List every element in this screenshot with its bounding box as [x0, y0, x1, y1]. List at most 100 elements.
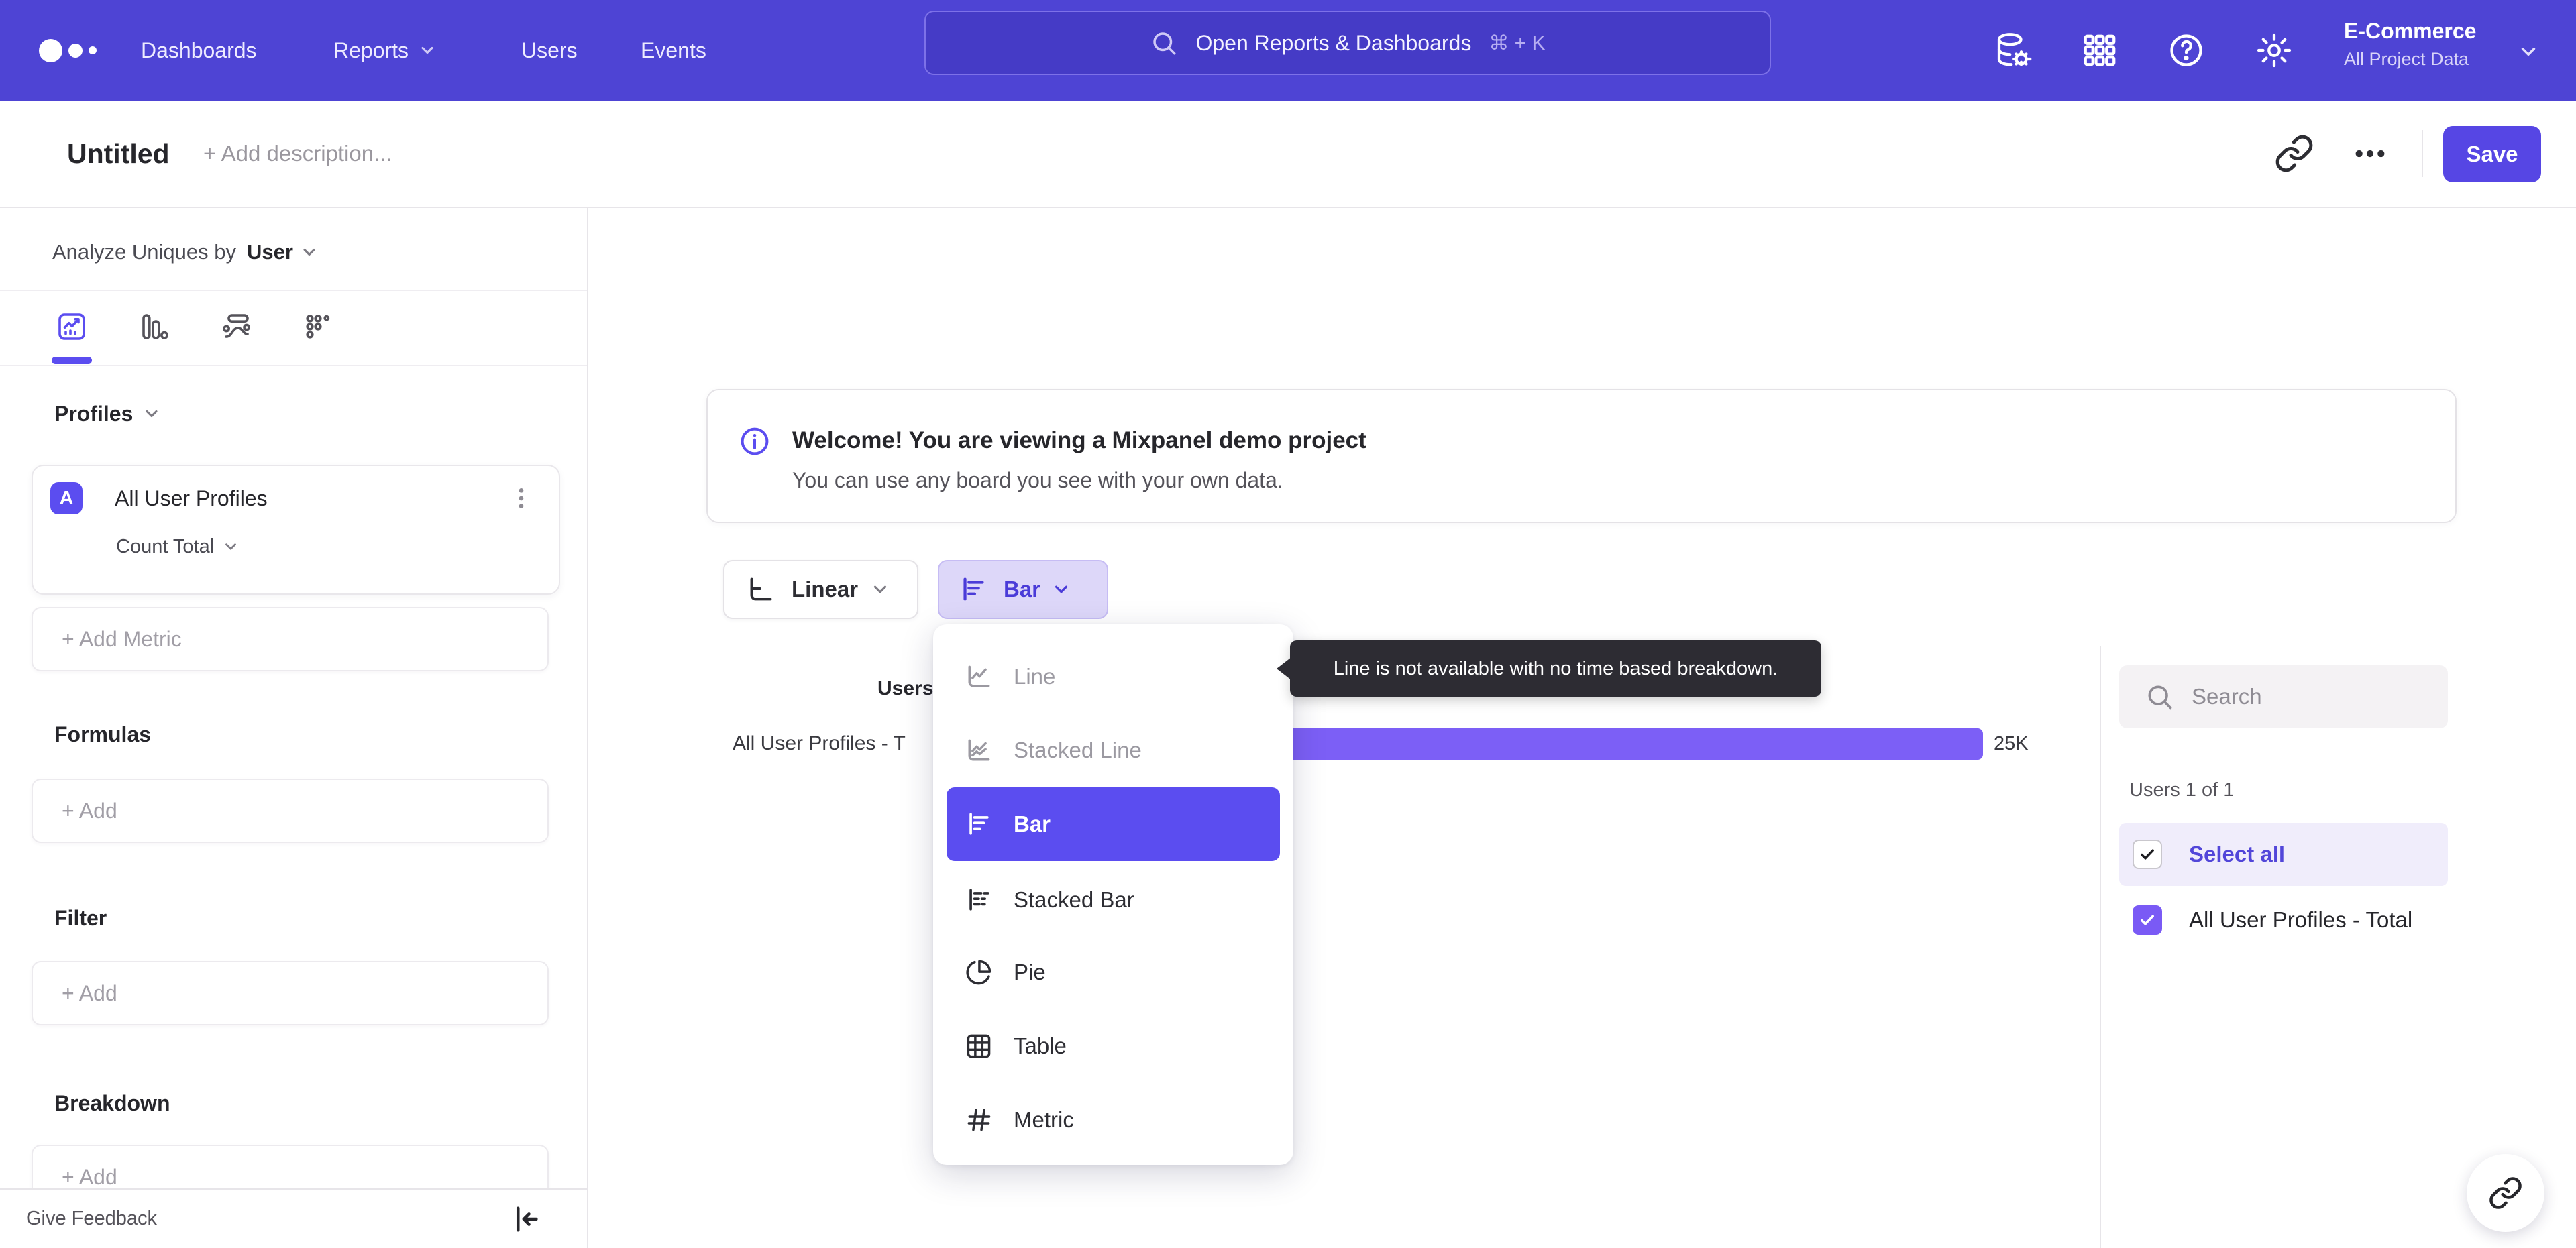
- metric-aggregation-value: Count Total: [116, 535, 215, 557]
- mixpanel-logo[interactable]: [39, 0, 97, 101]
- nav-users-label: Users: [521, 38, 578, 62]
- menu-item-stacked-line[interactable]: Stacked Line: [947, 718, 1280, 783]
- add-filter-button[interactable]: + Add: [32, 961, 549, 1025]
- menu-item-bar-label: Bar: [1014, 811, 1051, 836]
- add-description-field[interactable]: + Add description...: [203, 101, 392, 207]
- select-all-checkbox[interactable]: [2133, 840, 2162, 869]
- filter-section-header: Filter: [54, 903, 107, 933]
- series-checkbox[interactable]: [2133, 905, 2162, 935]
- collapse-sidebar-icon[interactable]: [507, 1202, 542, 1237]
- sidebar-divider: [0, 290, 587, 291]
- metric-hash-icon: [967, 1109, 991, 1131]
- stacked-bar-chart-icon: [969, 889, 989, 911]
- settings-gear-icon[interactable]: [2254, 30, 2294, 70]
- add-breakdown-label: + Add: [62, 1164, 117, 1189]
- query-builder-sidebar: Analyze Uniques by User Profiles A All U…: [0, 208, 588, 1248]
- metric-aggregation-selector[interactable]: Count Total: [116, 532, 239, 561]
- profiles-label: Profiles: [54, 401, 133, 426]
- table-icon: [967, 1034, 991, 1058]
- add-formula-button[interactable]: + Add: [32, 779, 549, 843]
- more-options-icon[interactable]: [2351, 133, 2392, 174]
- formulas-section-header: Formulas: [54, 719, 151, 750]
- chart-column-users: Users: [877, 677, 934, 699]
- info-icon: [739, 425, 771, 457]
- sidebar-footer: Give Feedback: [0, 1188, 587, 1248]
- chart-type-button[interactable]: Bar: [938, 560, 1108, 619]
- series-search-placeholder: Search: [2192, 684, 2262, 709]
- report-header: Untitled + Add description... Save: [0, 101, 2576, 208]
- banner-title: Welcome! You are viewing a Mixpanel demo…: [792, 427, 1366, 453]
- search-icon: [2145, 682, 2174, 712]
- top-nav: Dashboards Reports Users Events Open Rep…: [0, 0, 2576, 101]
- report-title[interactable]: Untitled: [67, 101, 170, 207]
- select-all-label: Select all: [2189, 842, 2286, 866]
- save-button[interactable]: Save: [2443, 126, 2541, 182]
- analyze-uniques-row: Analyze Uniques by User: [52, 233, 319, 271]
- tab-retention[interactable]: [302, 310, 334, 343]
- panel-divider: [2100, 646, 2101, 1248]
- link-icon: [2489, 1177, 2522, 1209]
- profiles-section-header[interactable]: Profiles: [54, 398, 161, 429]
- header-divider: [2422, 130, 2423, 177]
- line-disabled-tooltip: Line is not available with no time based…: [1277, 640, 1821, 697]
- bar-chart-icon: [958, 574, 989, 605]
- demo-banner: Welcome! You are viewing a Mixpanel demo…: [706, 389, 2457, 523]
- menu-item-pie-label: Pie: [1014, 960, 1046, 984]
- tab-funnels[interactable]: [138, 310, 170, 343]
- tooltip-arrow: [1277, 657, 1291, 680]
- breakdown-section-header: Breakdown: [54, 1088, 170, 1119]
- menu-item-metric[interactable]: Metric: [947, 1088, 1280, 1152]
- nav-users[interactable]: Users: [521, 0, 578, 101]
- menu-item-pie[interactable]: Pie: [947, 940, 1280, 1005]
- menu-item-stacked-bar[interactable]: Stacked Bar: [947, 868, 1280, 932]
- chevron-down-icon: [870, 579, 890, 600]
- apps-grid-icon[interactable]: [2080, 30, 2120, 70]
- metric-name[interactable]: All User Profiles: [115, 482, 268, 514]
- global-search-placeholder: Open Reports & Dashboards: [1195, 30, 1472, 55]
- tab-insights[interactable]: [56, 310, 88, 343]
- line-chart-icon: [968, 665, 990, 687]
- series-item-label: All User Profiles - Total: [2189, 907, 2413, 932]
- menu-item-metric-label: Metric: [1014, 1107, 1074, 1132]
- metric-letter-badge: A: [50, 482, 83, 514]
- copy-url-fab[interactable]: [2467, 1154, 2544, 1232]
- global-search-input[interactable]: Open Reports & Dashboards ⌘ + K: [924, 11, 1771, 75]
- analyze-prefix-label: Analyze Uniques by: [52, 240, 236, 264]
- add-metric-button[interactable]: + Add Metric: [32, 607, 549, 671]
- chart-type-menu: Line Stacked Line Bar Stacked Bar Pie Ta…: [933, 624, 1293, 1165]
- nav-dashboards-label: Dashboards: [141, 38, 257, 62]
- series-search-input[interactable]: Search: [2119, 665, 2448, 728]
- add-formula-label: + Add: [62, 798, 117, 823]
- menu-item-bar[interactable]: Bar: [947, 787, 1280, 861]
- help-icon[interactable]: [2166, 30, 2206, 70]
- menu-item-table-label: Table: [1014, 1033, 1067, 1058]
- select-all-row[interactable]: Select all: [2119, 823, 2448, 886]
- project-switcher[interactable]: E-Commerce All Project Data: [2344, 19, 2476, 70]
- series-item-row[interactable]: All User Profiles - Total: [2119, 889, 2448, 952]
- nav-dashboards[interactable]: Dashboards: [141, 0, 257, 101]
- search-icon: [1150, 29, 1178, 57]
- project-chevron-down-icon[interactable]: [2517, 40, 2540, 63]
- data-management-icon[interactable]: [1992, 30, 2033, 70]
- menu-item-table[interactable]: Table: [947, 1014, 1280, 1078]
- series-count-label: Users 1 of 1: [2129, 779, 2235, 801]
- scale-selector-button[interactable]: Linear: [723, 560, 918, 619]
- nav-reports[interactable]: Reports: [333, 0, 437, 101]
- chevron-down-icon: [418, 41, 437, 60]
- formulas-label: Formulas: [54, 722, 152, 746]
- menu-item-line[interactable]: Line: [947, 644, 1280, 709]
- metric-kebab-icon[interactable]: [506, 482, 536, 514]
- project-scope: All Project Data: [2344, 49, 2469, 69]
- nav-events-label: Events: [641, 38, 706, 62]
- nav-events[interactable]: Events: [641, 0, 706, 101]
- copy-link-icon[interactable]: [2274, 133, 2314, 174]
- filter-label: Filter: [54, 905, 107, 930]
- tab-flows[interactable]: [220, 310, 252, 343]
- bar-chart-icon: [969, 813, 989, 835]
- analyze-entity-selector[interactable]: User: [247, 240, 319, 264]
- nav-reports-label: Reports: [333, 38, 409, 62]
- give-feedback-link[interactable]: Give Feedback: [26, 1190, 157, 1248]
- pie-chart-icon: [966, 960, 991, 985]
- menu-item-stacked-bar-label: Stacked Bar: [1014, 887, 1134, 912]
- sidebar-divider: [0, 365, 587, 366]
